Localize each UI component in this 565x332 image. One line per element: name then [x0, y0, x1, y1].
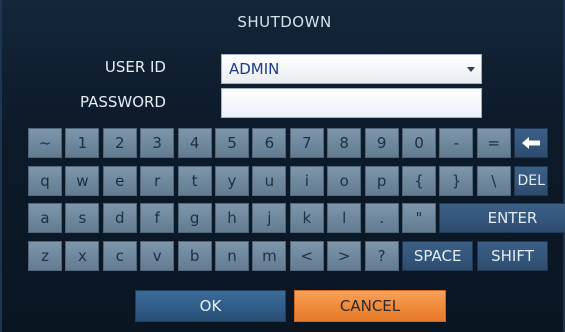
- key-k[interactable]: k: [289, 203, 324, 233]
- key-quote[interactable]: ": [402, 203, 436, 233]
- key-p[interactable]: p: [364, 165, 399, 196]
- key-s[interactable]: s: [65, 203, 100, 233]
- key-c[interactable]: c: [102, 240, 137, 271]
- key-o[interactable]: o: [327, 165, 362, 196]
- shutdown-dialog: SHUTDOWN USER ID ADMIN PASSWORD ~1 2 3 4 5 6 7…: [0, 0, 565, 332]
- key-u[interactable]: u: [252, 165, 287, 196]
- key-0[interactable]: 0: [402, 128, 436, 158]
- key-q[interactable]: q: [28, 165, 62, 196]
- dialog-title: SHUTDOWN: [237, 13, 332, 31]
- key-right-brace[interactable]: }: [439, 165, 474, 196]
- key-greater-than[interactable]: >: [327, 240, 362, 271]
- key-question[interactable]: ?: [364, 240, 399, 271]
- key-9[interactable]: 9: [364, 128, 399, 158]
- key-r[interactable]: r: [140, 165, 175, 196]
- key-g[interactable]: g: [177, 203, 212, 233]
- key-h[interactable]: h: [215, 203, 249, 233]
- key-b[interactable]: b: [177, 240, 212, 271]
- key-m[interactable]: m: [252, 240, 287, 271]
- key-left-brace[interactable]: {: [402, 165, 436, 196]
- user-id-label: USER ID: [104, 58, 166, 76]
- backspace-arrow-icon: [522, 137, 541, 149]
- key-3[interactable]: 3: [140, 128, 175, 158]
- key-4[interactable]: 4: [177, 128, 212, 158]
- key-i[interactable]: i: [289, 165, 324, 196]
- key-z[interactable]: z: [28, 240, 62, 271]
- key-j[interactable]: j: [252, 203, 287, 233]
- key-t[interactable]: t: [177, 165, 212, 196]
- key-7[interactable]: 7: [289, 128, 324, 158]
- space-key[interactable]: SPACE: [402, 240, 474, 271]
- user-id-value: ADMIN: [229, 60, 280, 78]
- key-e[interactable]: e: [102, 165, 137, 196]
- delete-key[interactable]: DEL: [514, 165, 549, 196]
- enter-key[interactable]: ENTER: [439, 203, 565, 233]
- key-v[interactable]: v: [140, 240, 175, 271]
- key-less-than[interactable]: <: [289, 240, 324, 271]
- key-a[interactable]: a: [28, 203, 62, 233]
- key-x[interactable]: x: [65, 240, 100, 271]
- key-l[interactable]: l: [327, 203, 362, 233]
- cancel-button[interactable]: CANCEL: [294, 290, 446, 322]
- key-d[interactable]: d: [102, 203, 137, 233]
- key-equals[interactable]: =: [476, 128, 511, 158]
- key-6[interactable]: 6: [252, 128, 287, 158]
- chevron-down-icon: [467, 67, 475, 72]
- key-minus[interactable]: -: [439, 128, 474, 158]
- password-label: PASSWORD: [79, 93, 166, 111]
- key-n[interactable]: n: [215, 240, 249, 271]
- key-period[interactable]: .: [364, 203, 399, 233]
- key-backslash[interactable]: \: [476, 165, 511, 196]
- key-5[interactable]: 5: [215, 128, 249, 158]
- key-8[interactable]: 8: [327, 128, 362, 158]
- key-tilde[interactable]: ~: [28, 128, 62, 158]
- key-w[interactable]: w: [65, 165, 100, 196]
- ok-button[interactable]: OK: [135, 290, 286, 322]
- key-f[interactable]: f: [140, 203, 175, 233]
- key-2[interactable]: 2: [102, 128, 137, 158]
- key-y[interactable]: y: [215, 165, 249, 196]
- shift-key[interactable]: SHIFT: [476, 240, 549, 271]
- key-1[interactable]: 1: [65, 128, 100, 158]
- backspace-key[interactable]: [514, 128, 549, 158]
- virtual-keyboard: ~1 2 3 4 5 6 7 8 9 0- = q w e r t y u i o p{} \ DEL a s d f g h j k l. "…: [28, 128, 565, 276]
- user-id-select[interactable]: ADMIN: [221, 54, 482, 84]
- password-input[interactable]: [221, 88, 482, 118]
